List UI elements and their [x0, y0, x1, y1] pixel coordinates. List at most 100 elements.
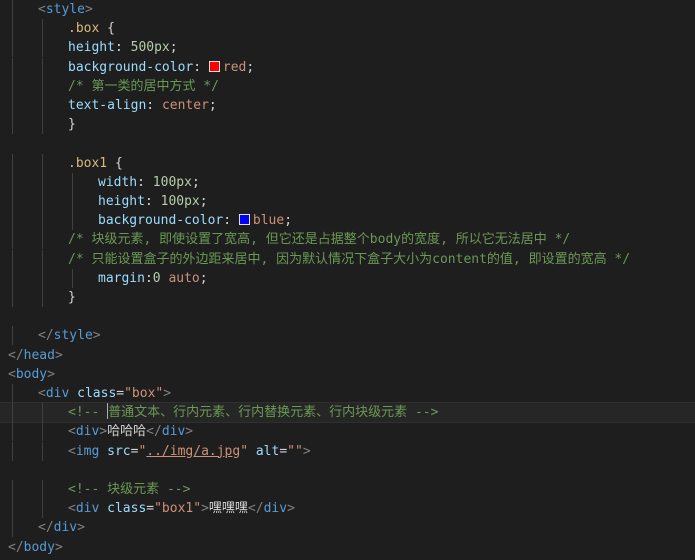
- code-line[interactable]: /* 第一类的居中方式 */: [0, 76, 695, 96]
- code-token: /* 只能设置盒子的外边距来居中, 因为默认情况下盒子大小为content的值,…: [68, 251, 631, 267]
- code-line[interactable]: <!-- 块级元素 -->: [0, 480, 695, 499]
- indent-guide: [42, 57, 43, 77]
- code-token: text-align: [68, 98, 147, 113]
- indent-guide: [12, 211, 13, 231]
- code-token: "": [287, 443, 303, 459]
- code-line[interactable]: }: [0, 115, 695, 135]
- code-token: 0: [152, 270, 161, 286]
- code-line-content: }: [68, 288, 76, 307]
- code-token: :: [146, 98, 162, 113]
- code-line[interactable]: [0, 307, 695, 326]
- code-line[interactable]: text-align: center;: [0, 96, 695, 115]
- code-editor[interactable]: <style> .box {height: 500px; background-co…: [0, 0, 695, 560]
- code-token: ;: [169, 40, 178, 56]
- code-token: <!-- 块级元素 -->: [68, 482, 191, 497]
- code-token: 500px: [130, 40, 170, 56]
- code-line[interactable]: /* 只能设置盒子的外边距来居中, 因为默认情况下盒子大小为content的值,…: [0, 249, 695, 269]
- code-token: </: [38, 520, 54, 536]
- indent-guide: [42, 38, 43, 58]
- code-token: :: [223, 213, 239, 229]
- indent-guide: [12, 96, 13, 115]
- indent-guide: [42, 480, 43, 499]
- code-line[interactable]: <body>: [0, 365, 695, 384]
- code-line-content: }: [68, 115, 76, 134]
- code-token: >: [163, 386, 172, 401]
- code-token: >: [47, 366, 55, 382]
- code-line[interactable]: </head>: [0, 346, 695, 365]
- code-token: div: [75, 501, 100, 517]
- code-line[interactable]: </div>: [0, 518, 695, 538]
- code-token: </: [8, 347, 24, 363]
- code-line-content: <div class="box1">嘿嘿嘿</div>: [68, 499, 295, 518]
- code-line[interactable]: height: 500px;: [0, 38, 695, 58]
- code-line[interactable]: /* 块级元素, 即使设置了宽高, 但它还是占据整个body的宽度, 所以它无法…: [0, 230, 695, 250]
- code-token: </: [8, 539, 24, 555]
- code-line[interactable]: <div class="box">: [0, 384, 695, 403]
- code-token: >: [287, 501, 295, 517]
- indent-guide: [12, 288, 13, 307]
- code-line[interactable]: [0, 461, 695, 480]
- code-line[interactable]: <img src="../img/a.jpg" alt="">: [0, 441, 695, 461]
- code-token: ;: [191, 174, 200, 190]
- code-line-content: <div class="box">: [38, 384, 171, 403]
- code-line[interactable]: <div class="box1">嘿嘿嘿</div>: [0, 499, 695, 519]
- code-line[interactable]: background-color: red;: [0, 57, 695, 77]
- code-line-content: </body>: [8, 538, 63, 557]
- code-line-content: </div>: [38, 518, 85, 537]
- indent-guide: [42, 211, 43, 231]
- code-line[interactable]: <div>哈哈哈</div>: [0, 422, 695, 442]
- code-line-content: <body>: [8, 365, 55, 384]
- code-token: :: [144, 194, 161, 209]
- code-line[interactable]: width: 100px;: [0, 172, 695, 192]
- code-token: alt: [255, 443, 280, 459]
- indent-guide: [42, 153, 43, 173]
- code-line[interactable]: .box1 {: [0, 153, 695, 173]
- code-line-content: margin:0 auto;: [98, 269, 208, 288]
- code-line-content: /* 块级元素, 即使设置了宽高, 但它还是占据整个body的宽度, 所以它无法…: [68, 230, 570, 249]
- code-token: height: [68, 40, 115, 56]
- code-line-content: <img src="../img/a.jpg" alt="">: [68, 442, 311, 461]
- code-token: div: [45, 386, 70, 401]
- code-line[interactable]: margin:0 auto;: [0, 268, 695, 288]
- code-line[interactable]: </style>: [0, 326, 695, 346]
- code-token: ": [240, 443, 249, 459]
- code-token: ;: [284, 213, 293, 229]
- code-token: ;: [208, 98, 217, 113]
- code-line-content: </head>: [8, 346, 63, 365]
- indent-guide: [42, 249, 43, 269]
- code-token: </: [146, 424, 162, 440]
- color-swatch-icon[interactable]: [208, 60, 220, 72]
- code-token: src: [107, 443, 131, 459]
- code-line[interactable]: [0, 134, 695, 153]
- code-line[interactable]: height: 100px;: [0, 192, 695, 211]
- code-token: style: [53, 328, 93, 344]
- code-token: {: [99, 21, 115, 37]
- code-line[interactable]: </body>: [0, 538, 695, 557]
- code-line[interactable]: <!-- 普通文本、行内元素、行内替换元素、行内块级元素 -->: [0, 402, 695, 424]
- code-line[interactable]: <style>: [0, 0, 695, 19]
- code-token: :: [144, 270, 153, 286]
- indent-guide: [12, 38, 13, 58]
- indent-guide: [72, 211, 73, 231]
- code-token: >: [77, 520, 85, 536]
- indent-guide: [12, 326, 13, 346]
- code-line[interactable]: }: [0, 288, 695, 307]
- code-token: body: [23, 539, 55, 555]
- code-line-content: width: 100px;: [98, 173, 200, 192]
- indent-guide: [12, 57, 13, 77]
- code-token: ;: [199, 270, 208, 286]
- indent-guide: [42, 268, 43, 288]
- code-token: <: [38, 2, 46, 17]
- code-line[interactable]: background-color: blue;: [0, 211, 695, 231]
- code-token: =: [279, 443, 288, 459]
- code-token: 普通文本、行内元素、行内替换元素、行内块级元素 -->: [108, 405, 439, 421]
- indent-guide: [42, 230, 43, 250]
- code-token: </: [247, 501, 264, 517]
- code-line[interactable]: .box {: [0, 19, 695, 39]
- code-token: 100px: [160, 194, 200, 209]
- code-token: :: [137, 174, 153, 190]
- code-token: <: [68, 501, 76, 517]
- code-token: >: [302, 443, 311, 459]
- color-swatch-icon[interactable]: [238, 214, 250, 226]
- code-token: "box1": [154, 501, 202, 517]
